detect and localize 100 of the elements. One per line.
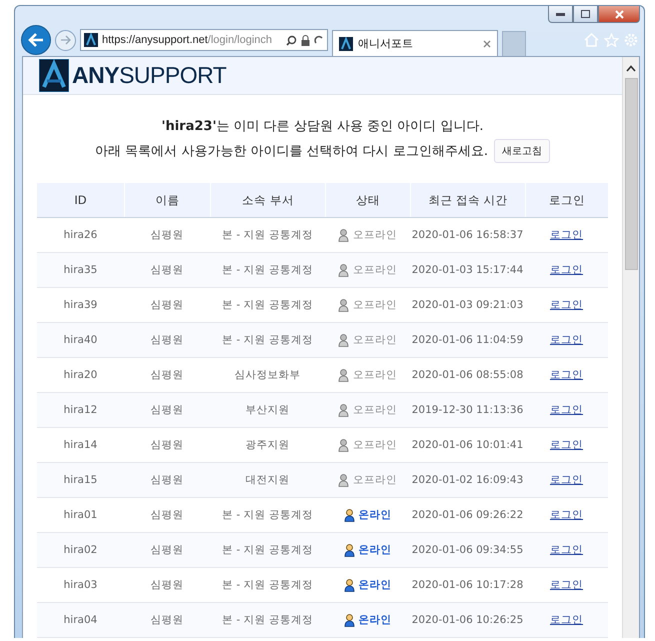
refresh-icon[interactable] [314, 34, 324, 46]
table-cell-text: 심평원 [150, 473, 184, 488]
logo-text: ANYSUPPORT [72, 62, 226, 89]
login-link[interactable]: 로그인 [550, 333, 583, 347]
close-button[interactable] [598, 6, 640, 23]
column-header: 소속 부서 [210, 183, 325, 217]
login-link[interactable]: 로그인 [550, 613, 583, 627]
table-cell-text: 2020-01-06 10:01:41 [410, 438, 524, 453]
table-cell-text: hira02 [62, 543, 98, 558]
status-text: 오프라인 [353, 263, 397, 277]
lock-icon [301, 34, 310, 46]
column-header: 상태 [325, 183, 410, 217]
status-text: 오프라인 [353, 438, 397, 452]
table-cell-text: 심평원 [150, 438, 184, 453]
table-cell-text: hira14 [62, 438, 98, 453]
status-text: 오프라인 [353, 403, 397, 417]
minimize-button[interactable] [548, 6, 573, 23]
message-text: 'hira23'는 이미 다른 상담원 사용 중인 아이디 입니다. [161, 118, 484, 135]
table-cell-text: 심평원 [150, 543, 184, 558]
status-text: 오프라인 [353, 228, 397, 242]
forward-arrow-icon [60, 35, 72, 45]
status-text: 오프라인 [353, 368, 397, 382]
table-cell-text: 본 - 지원 공통계정 [221, 613, 314, 628]
status-text: 온라인 [358, 578, 392, 592]
status-text: 온라인 [358, 613, 392, 627]
table-cell-text: 2020-01-06 09:26:22 [410, 508, 524, 523]
login-link[interactable]: 로그인 [550, 298, 583, 312]
login-link[interactable]: 로그인 [550, 228, 583, 242]
table-cell-text: 심평원 [150, 578, 184, 593]
table-cell-text: 2020-01-06 08:55:08 [410, 368, 524, 383]
table-cell-text: 심평원 [150, 613, 184, 628]
maximize-button[interactable] [573, 6, 598, 23]
table-cell-text: 대전지원 [244, 473, 290, 488]
table-cell-text: 2020-01-06 10:17:28 [410, 578, 524, 593]
table-cell-text: 본 - 지원 공통계정 [221, 578, 314, 593]
table-cell-text: 부산지원 [244, 403, 290, 418]
table-cell-text: 심평원 [150, 228, 184, 243]
back-button[interactable] [21, 25, 51, 55]
star-icon[interactable] [604, 33, 619, 47]
table-cell-text: 2020-01-06 11:04:59 [410, 333, 524, 348]
table-cell-text: hira26 [62, 228, 98, 243]
column-header: ID [73, 192, 88, 209]
table-cell-text: 본 - 지원 공통계정 [221, 263, 314, 278]
table-cell-text: 2020-01-06 09:34:55 [410, 543, 524, 558]
table-cell-text: 2019-12-30 11:13:36 [410, 403, 524, 418]
scroll-up-icon[interactable] [626, 65, 636, 72]
address-bar[interactable]: https://anysupport.net/login/loginch [80, 29, 328, 51]
status-text: 오프라인 [353, 473, 397, 487]
table-cell-text: 본 - 지원 공통계정 [221, 228, 314, 243]
status-text: 온라인 [358, 508, 392, 522]
table-cell-text: hira04 [62, 613, 98, 628]
forward-button[interactable] [55, 30, 76, 50]
table-cell-text: 심평원 [150, 508, 184, 523]
site-icon [339, 36, 353, 50]
table-cell-text: 심평원 [150, 263, 184, 278]
table-cell-text: hira39 [62, 298, 98, 313]
table-cell-text: 심평원 [150, 333, 184, 348]
status-text: 오프라인 [353, 333, 397, 347]
table-cell-text: 심평원 [150, 403, 184, 418]
message-text: 아래 목록에서 사용가능한 아이디를 선택하여 다시 로그인해주세요. [95, 143, 488, 160]
logo-icon [39, 59, 69, 92]
maximize-icon [581, 10, 590, 18]
table-cell-text: 본 - 지원 공통계정 [221, 298, 314, 313]
login-link[interactable]: 로그인 [550, 263, 583, 277]
site-icon [84, 33, 98, 47]
back-arrow-icon [28, 33, 44, 47]
login-link[interactable]: 로그인 [550, 438, 583, 452]
login-link[interactable]: 로그인 [550, 578, 583, 592]
status-text: 오프라인 [353, 298, 397, 312]
minimize-icon [556, 12, 565, 16]
table-cell-text: hira40 [62, 333, 98, 348]
scroll-thumb[interactable] [624, 78, 638, 270]
login-link[interactable]: 로그인 [550, 368, 583, 382]
column-header: 최근 접속 시간 [410, 183, 525, 217]
table-cell-text: 본 - 지원 공통계정 [221, 543, 314, 558]
scrollbar[interactable] [622, 57, 639, 638]
table-cell-text: 2020-01-03 09:21:03 [410, 298, 524, 313]
close-icon [614, 10, 624, 18]
column-header: 로그인 [525, 183, 608, 217]
table-cell-text: 심평원 [150, 368, 184, 383]
refresh-button[interactable]: 새로고침 [494, 139, 550, 163]
login-link[interactable]: 로그인 [550, 473, 583, 487]
table-cell-text: hira35 [62, 263, 98, 278]
table-cell-text: 심사정보화부 [234, 368, 302, 383]
close-icon[interactable] [483, 40, 491, 48]
table-cell-text: 2020-01-03 15:17:44 [410, 263, 524, 278]
table-cell-text: hira03 [62, 578, 98, 593]
table-cell-text: 광주지원 [244, 438, 290, 453]
table-cell-text: hira15 [62, 473, 98, 488]
table-cell-text: 본 - 지원 공통계정 [221, 333, 314, 348]
search-icon[interactable] [286, 34, 297, 46]
login-link[interactable]: 로그인 [550, 403, 583, 417]
column-header: 이름 [124, 183, 210, 217]
table-cell-text: hira20 [62, 368, 98, 383]
table-cell-text: hira12 [62, 403, 98, 418]
browser-tab[interactable]: 애니서포트 [332, 30, 498, 56]
login-link[interactable]: 로그인 [550, 543, 583, 557]
table-cell-text: 2020-01-06 16:58:37 [410, 228, 524, 243]
status-text: 온라인 [358, 543, 392, 557]
login-link[interactable]: 로그인 [550, 508, 583, 522]
